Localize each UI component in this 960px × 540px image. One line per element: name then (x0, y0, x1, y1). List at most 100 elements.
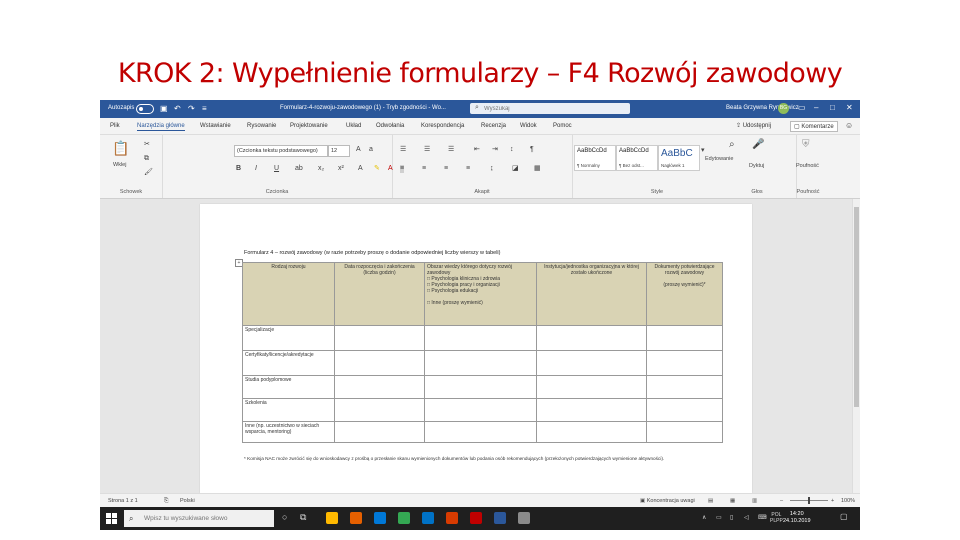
table-cell[interactable] (536, 398, 647, 422)
word-icon[interactable] (494, 512, 506, 524)
app-icon[interactable] (518, 512, 530, 524)
format-painter-icon[interactable]: 🖌 (144, 169, 153, 177)
italic-icon[interactable]: I (255, 165, 257, 173)
tab-design[interactable]: Projektowanie (290, 123, 328, 129)
acrobat-icon[interactable] (470, 512, 482, 524)
volume-icon[interactable]: ◁ (744, 514, 749, 521)
tab-help[interactable]: Pomoc (553, 123, 572, 129)
search-input[interactable] (484, 104, 624, 113)
tab-file[interactable]: Plik (110, 123, 120, 129)
redo-icon[interactable]: ↷ (188, 104, 195, 113)
read-mode-icon[interactable]: ▤ (708, 498, 713, 504)
superscript-icon[interactable]: x² (338, 165, 344, 173)
sensitivity-icon[interactable]: ⛨ (802, 139, 810, 150)
microphone-icon[interactable]: 🎤 (752, 139, 764, 150)
start-button[interactable] (106, 513, 117, 524)
scrollbar-thumb[interactable] (854, 207, 859, 407)
chrome-icon[interactable] (398, 512, 410, 524)
row-header-specializations[interactable]: Specjalizacje (242, 325, 335, 351)
line-spacing-icon[interactable]: ↨ (490, 165, 494, 173)
show-marks-icon[interactable]: ¶ (530, 146, 534, 154)
edge-icon[interactable] (374, 512, 386, 524)
decrease-indent-icon[interactable]: ⇤ (474, 146, 480, 154)
close-icon[interactable]: ✕ (846, 103, 853, 112)
print-layout-icon[interactable]: ▦ (730, 498, 735, 504)
document-page[interactable]: Formularz 4 – rozwój zawodowy (w razie p… (200, 204, 752, 493)
subscript-icon[interactable]: x₂ (318, 165, 324, 173)
input-language[interactable]: POL PLPP (770, 512, 783, 524)
row-header-other[interactable]: Inne (np. uczestnictwo w sieciach wsparc… (242, 421, 335, 443)
align-left-icon[interactable]: ≡ (400, 165, 405, 173)
row-header-postgraduate[interactable]: Studia podyplomowe (242, 375, 335, 399)
col-header-documents[interactable]: Dokumenty potwierdzające rozwój zawodowy… (646, 262, 723, 326)
zoom-out-icon[interactable]: – (780, 498, 783, 504)
underline-icon[interactable]: U (274, 165, 279, 173)
battery-icon[interactable]: ▯ (730, 514, 733, 521)
styles-gallery-icon[interactable]: ▾ (701, 147, 705, 155)
table-cell[interactable] (536, 375, 647, 399)
shading-icon[interactable]: ◪ (512, 165, 519, 173)
vertical-scrollbar[interactable] (852, 199, 860, 493)
avatar[interactable]: BG (778, 103, 789, 114)
style-no-spacing[interactable]: AaBbCcDd ¶ Bez odst... (616, 145, 658, 171)
tray-expand-icon[interactable]: ∧ (702, 514, 706, 521)
table-cell[interactable] (334, 325, 425, 351)
paste-icon[interactable]: 📋 (112, 141, 129, 156)
ribbon-display-icon[interactable]: ▭ (798, 103, 806, 112)
minimize-icon[interactable]: – (814, 103, 818, 112)
tab-draw[interactable]: Rysowanie (247, 123, 276, 129)
sensitivity-label[interactable]: Poufność (796, 163, 819, 169)
notifications-icon[interactable]: ▢ (840, 512, 848, 521)
tab-layout[interactable]: Układ (346, 123, 361, 129)
table-cell[interactable] (334, 398, 425, 422)
task-view-icon[interactable]: ⧉ (300, 512, 306, 523)
taskbar-search[interactable]: ⌕ (124, 510, 274, 527)
page-counter[interactable]: Strona 1 z 1 (108, 498, 138, 504)
tab-insert[interactable]: Wstawianie (200, 123, 231, 129)
taskbar-search-input[interactable] (144, 514, 268, 523)
table-cell[interactable] (424, 325, 537, 351)
tab-references[interactable]: Odwołania (376, 123, 404, 129)
comments-button[interactable]: ▢ Komentarze (790, 121, 838, 132)
numbering-icon[interactable]: ☰ (424, 146, 430, 154)
area-option-other[interactable]: □ Inne (proszę wymienić) (427, 300, 483, 306)
font-name-select[interactable]: (Czcionka tekstu podstawowego) (234, 145, 328, 157)
table-cell[interactable] (424, 375, 537, 399)
autosave-toggle[interactable] (136, 104, 154, 114)
table-cell[interactable] (646, 350, 723, 376)
table-cell[interactable] (646, 421, 723, 443)
paste-label[interactable]: Wklej (113, 162, 126, 168)
borders-icon[interactable]: ▦ (534, 165, 541, 173)
cortana-icon[interactable]: ○ (282, 512, 287, 522)
zoom-slider-thumb[interactable] (808, 497, 810, 504)
tab-review[interactable]: Recenzja (481, 123, 506, 129)
find-icon[interactable]: ⌕ (729, 139, 735, 150)
table-cell[interactable] (536, 325, 647, 351)
table-cell[interactable] (424, 350, 537, 376)
feedback-icon[interactable]: ☺ (845, 121, 853, 130)
language-indicator[interactable]: Polski (180, 498, 195, 504)
table-cell[interactable] (334, 375, 425, 399)
col-header-institution[interactable]: Instytucja/jednostka organizacyjna w któ… (536, 262, 647, 326)
tab-home[interactable]: Narzędzia główne (137, 123, 185, 131)
table-cell[interactable] (646, 325, 723, 351)
table-cell[interactable] (334, 350, 425, 376)
table-cell[interactable] (536, 350, 647, 376)
grow-font-icon[interactable]: A (356, 146, 361, 154)
justify-icon[interactable]: ≡ (466, 165, 470, 173)
table-cell[interactable] (646, 398, 723, 422)
increase-indent-icon[interactable]: ⇥ (492, 146, 498, 154)
quick-access-icon[interactable]: ≡ (202, 104, 207, 113)
zoom-in-icon[interactable]: + (831, 498, 834, 504)
table-cell[interactable] (334, 421, 425, 443)
cut-icon[interactable]: ✂ (144, 141, 150, 149)
bold-icon[interactable]: B (236, 165, 241, 173)
undo-icon[interactable]: ↶ (174, 104, 181, 113)
table-cell[interactable] (646, 375, 723, 399)
keyboard-icon[interactable]: ⌨ (758, 514, 767, 521)
maximize-icon[interactable]: □ (830, 103, 835, 112)
system-clock[interactable]: 14:20 24.10.2019 (783, 511, 811, 525)
copy-icon[interactable]: ⧉ (144, 155, 149, 163)
dictate-label[interactable]: Dyktuj (749, 163, 764, 169)
text-effects-icon[interactable]: A (358, 165, 363, 173)
